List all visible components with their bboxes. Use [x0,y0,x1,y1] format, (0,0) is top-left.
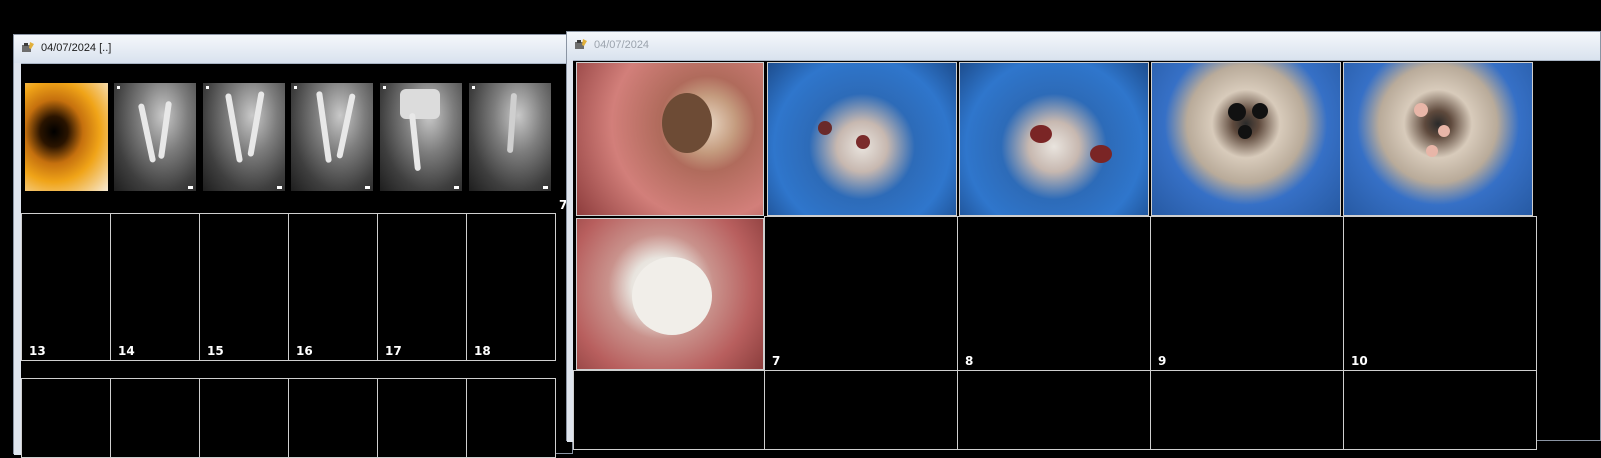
image-slot[interactable] [1343,370,1537,450]
image-slot[interactable] [764,370,958,450]
slot-number: 13 [29,344,46,358]
thumbnail-image[interactable] [114,83,196,191]
window-1-titlebar[interactable]: 04/07/2024 [..] [14,35,572,64]
thumbnail-image[interactable] [203,83,285,191]
window-1-title: 04/07/2024 [..] [41,42,112,54]
slot-number: 18 [474,344,491,358]
image-slot[interactable] [1150,370,1344,450]
window-2-title: 04/07/2024 [594,39,650,51]
image-slot[interactable] [288,378,378,458]
clinical-photo[interactable] [576,218,764,370]
image-slot[interactable]: 9 [1150,216,1344,371]
window-2-titlebar[interactable]: 04/07/2024 [567,32,1600,61]
slot-number: 9 [1158,354,1167,368]
clinical-photo[interactable] [1151,62,1341,216]
thumbnail-image[interactable] [291,83,373,191]
image-slot[interactable] [466,378,556,458]
image-slot[interactable] [957,370,1151,450]
slot-number: 8 [965,354,974,368]
image-slot[interactable] [21,378,111,458]
slot-number: 16 [296,344,313,358]
window-1-left-border [14,63,21,455]
image-slot[interactable] [573,370,766,450]
clinical-photo[interactable] [576,62,764,216]
slot-number: 14 [118,344,135,358]
image-slot[interactable]: 16 [288,213,378,361]
camera-wrench-icon [575,39,587,49]
slot-number: 15 [207,344,224,358]
clinical-photo[interactable] [1343,62,1533,216]
image-slot[interactable]: 13 [21,213,111,361]
clinical-photo[interactable] [959,62,1149,216]
thumbnail-image[interactable] [380,83,462,191]
image-slot[interactable]: 8 [957,216,1151,371]
image-slot[interactable]: 18 [466,213,556,361]
image-slot[interactable] [199,378,289,458]
image-slot[interactable]: 7 [764,216,958,371]
image-slot[interactable]: 15 [199,213,289,361]
slot-number: 17 [385,344,402,358]
image-slot[interactable]: 10 [1343,216,1537,371]
clinical-photo[interactable] [767,62,957,216]
image-slot[interactable]: 14 [110,213,200,361]
thumbnail-image[interactable] [25,83,108,191]
slot-number: 10 [1351,354,1368,368]
image-slot[interactable] [377,378,467,458]
thumbnail-image[interactable] [469,83,551,191]
image-window-2[interactable]: 04/07/2024 7 8 9 10 [566,31,1601,450]
camera-wrench-icon [22,42,34,52]
image-slot[interactable]: 17 [377,213,467,361]
image-window-1[interactable]: 04/07/2024 [..] 7 13 14 15 16 17 18 [13,34,573,458]
image-slot[interactable] [110,378,200,458]
slot-number: 7 [772,354,781,368]
